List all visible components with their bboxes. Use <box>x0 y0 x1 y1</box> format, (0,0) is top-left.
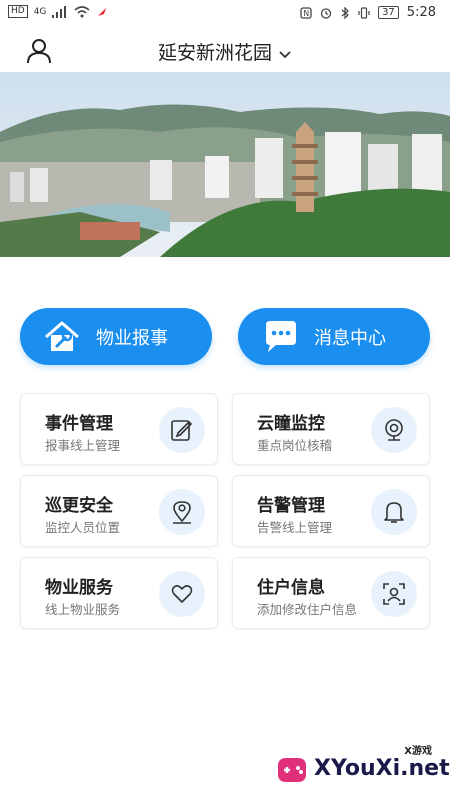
card-title: 物业服务 <box>45 578 113 598</box>
heart-icon <box>159 571 205 617</box>
report-property-issue-button[interactable]: 物业报事 <box>20 308 212 365</box>
card-cloud-surveillance[interactable]: 云瞳监控 重点岗位核稽 <box>232 393 430 465</box>
card-resident-info[interactable]: 住户信息 添加修改住户信息 <box>232 557 430 629</box>
card-subtitle: 添加修改住户信息 <box>257 602 358 617</box>
signal-icon <box>52 5 67 18</box>
message-center-label: 消息中心 <box>314 327 386 349</box>
card-property-service[interactable]: 物业服务 线上物业服务 <box>20 557 218 629</box>
card-patrol-security[interactable]: 巡更安全 监控人员位置 <box>20 475 218 547</box>
location-pin-icon <box>159 489 205 535</box>
chat-bubble-icon <box>266 320 296 352</box>
svg-text:N: N <box>303 9 309 18</box>
card-subtitle: 告警线上管理 <box>257 520 333 535</box>
message-center-button[interactable]: 消息中心 <box>238 308 430 365</box>
card-subtitle: 线上物业服务 <box>45 602 121 617</box>
hd-badge: HD <box>8 5 28 18</box>
card-subtitle: 重点岗位核稽 <box>257 438 333 453</box>
gamepad-logo-icon <box>278 758 306 782</box>
card-subtitle: 报事线上管理 <box>45 438 121 453</box>
report-property-issue-label: 物业报事 <box>96 327 168 349</box>
network-label: 4G <box>33 6 47 17</box>
banner-image <box>0 72 450 257</box>
watermark-text: XYouXi.net <box>314 756 450 781</box>
vibrate-icon <box>358 6 370 19</box>
status-bar: HD 4G N 37 5:28 <box>0 0 450 26</box>
card-event-management[interactable]: 事件管理 报事线上管理 <box>20 393 218 465</box>
alarm-icon <box>320 7 332 19</box>
bluetooth-icon <box>341 6 349 19</box>
house-wrench-icon <box>45 321 79 351</box>
webcam-icon <box>371 407 417 453</box>
card-title: 住户信息 <box>257 578 325 598</box>
chevron-down-icon <box>279 50 291 58</box>
app-header: 延安新洲花园 <box>0 26 450 72</box>
site-watermark: X游戏 XYouXi.net <box>274 742 450 792</box>
community-selector[interactable]: 延安新洲花园 <box>0 38 450 65</box>
card-title: 巡更安全 <box>45 496 113 516</box>
edit-document-icon <box>159 407 205 453</box>
card-alarm-management[interactable]: 告警管理 告警线上管理 <box>232 475 430 547</box>
face-scan-icon <box>371 571 417 617</box>
notification-icon <box>98 7 107 16</box>
watermark-small-text: X游戏 <box>404 746 432 757</box>
card-title: 云瞳监控 <box>257 414 325 434</box>
bell-icon <box>371 489 417 535</box>
card-title: 告警管理 <box>257 496 325 516</box>
card-title: 事件管理 <box>45 414 113 434</box>
page-title: 延安新洲花园 <box>157 42 272 64</box>
battery-indicator: 37 <box>378 6 399 19</box>
city-pagoda-photo <box>0 72 450 257</box>
card-subtitle: 监控人员位置 <box>45 520 121 535</box>
nfc-icon: N <box>300 6 312 19</box>
wifi-icon <box>74 5 90 17</box>
clock-time: 5:28 <box>406 5 436 20</box>
